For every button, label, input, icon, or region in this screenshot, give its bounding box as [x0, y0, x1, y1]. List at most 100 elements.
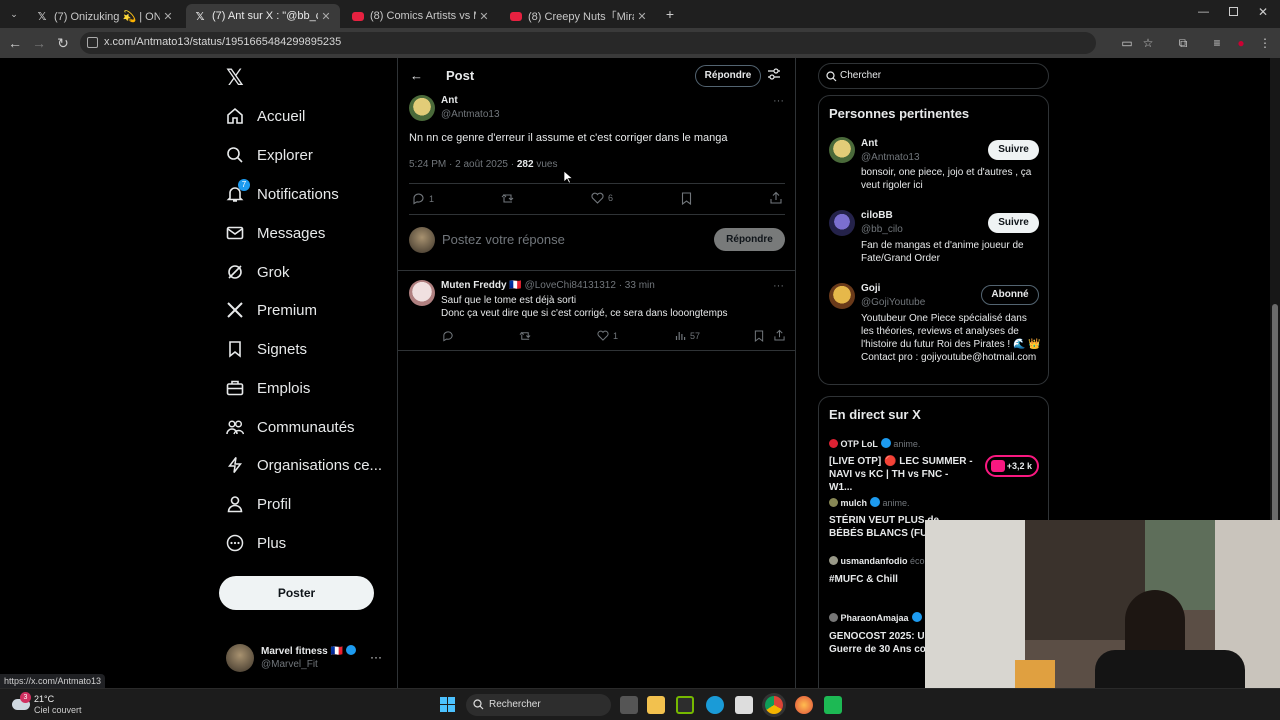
- reply-author[interactable]: Muten Freddy: [441, 280, 507, 291]
- reply-action[interactable]: [442, 330, 458, 342]
- minimize-button[interactable]: —: [1198, 6, 1209, 18]
- back-button[interactable]: ←: [6, 34, 24, 52]
- taskbar-search[interactable]: Rechercher: [466, 694, 611, 716]
- task-view-icon[interactable]: [620, 696, 638, 714]
- reload-button[interactable]: ↻: [54, 34, 72, 52]
- close-icon[interactable]: ✕: [318, 10, 334, 23]
- x-logo[interactable]: 𝕏: [226, 66, 244, 91]
- follow-button[interactable]: Suivre: [988, 213, 1039, 233]
- views-action[interactable]: 57: [675, 330, 700, 341]
- sidebar-item-emplois[interactable]: Emplois: [226, 373, 310, 403]
- post-button[interactable]: Poster: [219, 576, 374, 610]
- reply-input[interactable]: Postez votre réponse: [442, 232, 565, 247]
- sidebar-item-label: Signets: [257, 340, 308, 358]
- sidebar-item-accueil[interactable]: Accueil: [226, 101, 305, 131]
- more-icon[interactable]: ···: [370, 650, 382, 664]
- more-icon[interactable]: ···: [773, 95, 784, 107]
- windows-start-icon[interactable]: [440, 697, 456, 713]
- follow-button[interactable]: Suivre: [988, 140, 1039, 160]
- back-arrow-icon[interactable]: ←: [410, 68, 423, 83]
- verified-icon: [345, 645, 356, 655]
- heart-icon: [591, 192, 604, 204]
- like-action[interactable]: 1: [597, 330, 618, 341]
- sidebar-item-signets[interactable]: Signets: [226, 334, 307, 364]
- avatar[interactable]: [829, 137, 855, 163]
- menu-icon[interactable]: ⋮: [1258, 36, 1272, 50]
- close-icon[interactable]: ✕: [476, 10, 492, 23]
- live-host-avatar: [829, 439, 838, 448]
- browser-tab[interactable]: (8) Comics Artists vs Mangakas ✕: [344, 4, 498, 28]
- browser-tab-active[interactable]: 𝕏 (7) Ant sur X : "@bb_cilo @Goj ✕: [186, 4, 340, 28]
- avatar[interactable]: [829, 210, 855, 236]
- filter-icon[interactable]: [767, 67, 781, 86]
- file-explorer-icon[interactable]: [647, 696, 665, 714]
- sidebar-item-label: Premium: [257, 301, 318, 319]
- more-icon[interactable]: ···: [773, 280, 784, 292]
- reply-handle[interactable]: @LoveChi84131312: [525, 280, 616, 291]
- url-text[interactable]: x.com/Antmato13/status/19516654842998952…: [104, 36, 341, 48]
- following-button[interactable]: Abonné: [981, 285, 1039, 305]
- tweet-handle[interactable]: @Antmato13: [441, 109, 500, 120]
- avatar[interactable]: [829, 283, 855, 309]
- store-icon[interactable]: [735, 696, 753, 714]
- bookmark-star-icon[interactable]: ☆: [1141, 36, 1155, 50]
- forward-button[interactable]: →: [30, 34, 48, 52]
- card-title: Personnes pertinentes: [829, 106, 970, 121]
- chrome-icon[interactable]: [765, 696, 783, 714]
- reply-action[interactable]: 1: [412, 192, 434, 205]
- search-input[interactable]: Chercher: [818, 63, 1049, 89]
- repost-action[interactable]: [500, 192, 519, 205]
- reply-submit-button[interactable]: Répondre: [714, 228, 785, 251]
- omnibox[interactable]: x.com/Antmato13/status/19516654842998952…: [80, 32, 1096, 54]
- sidebar-item-notifications[interactable]: 7 Notifications: [226, 179, 339, 209]
- maximize-button[interactable]: [1229, 7, 1238, 16]
- live-listeners-badge: +3,2 k: [985, 455, 1039, 477]
- sidebar-item-grok[interactable]: Grok: [226, 257, 290, 287]
- like-action[interactable]: 6: [591, 192, 613, 204]
- sidebar-item-messages[interactable]: Messages: [226, 218, 325, 248]
- sidebar-item-organisations-ce[interactable]: Organisations ce...: [226, 450, 382, 480]
- browser-tab[interactable]: (8) Creepy Nuts「Mirage」Shibuy ✕: [502, 4, 656, 28]
- profile-icon[interactable]: ●: [1234, 36, 1248, 50]
- webcam-overlay: [925, 520, 1280, 688]
- avatar[interactable]: [409, 95, 435, 121]
- repost-action[interactable]: [518, 330, 536, 342]
- sidebar-item-label: Grok: [257, 263, 290, 281]
- share-action[interactable]: [774, 329, 789, 341]
- sidebar-item-explorer[interactable]: Explorer: [226, 140, 313, 170]
- tweet-author[interactable]: Ant: [441, 95, 458, 106]
- install-app-icon[interactable]: ▭: [1120, 36, 1134, 50]
- bookmark-icon: [681, 192, 692, 205]
- search-icon: [473, 699, 484, 710]
- edge-icon[interactable]: [706, 696, 724, 714]
- firefox-icon[interactable]: [795, 696, 813, 714]
- media-icon[interactable]: ≡: [1210, 36, 1224, 50]
- extensions-icon[interactable]: ⧉: [1176, 36, 1190, 50]
- reply-header-button[interactable]: Répondre: [695, 65, 761, 87]
- sidebar-item-plus[interactable]: Plus: [226, 528, 286, 558]
- avatar[interactable]: [409, 280, 435, 306]
- new-tab-button[interactable]: +: [662, 6, 678, 22]
- share-action[interactable]: [770, 191, 786, 204]
- reply-time[interactable]: · 33 min: [619, 280, 655, 291]
- bookmark-action[interactable]: [681, 192, 696, 205]
- site-info-icon[interactable]: [87, 37, 98, 48]
- reply-text-line: Donc ça veut dire que si c'est corrigé, …: [441, 308, 728, 319]
- close-icon[interactable]: ✕: [634, 10, 650, 23]
- bookmark-action[interactable]: [754, 330, 768, 342]
- tab-search-button[interactable]: ⌄: [6, 6, 22, 22]
- bookmark-icon: [754, 330, 764, 342]
- sidebar-item-premium[interactable]: Premium: [226, 295, 317, 325]
- sidebar-item-label: Notifications: [257, 185, 339, 203]
- browser-tab[interactable]: 𝕏 (7) Onizuking 💫 | ONE PIECE ✕: [28, 4, 182, 28]
- nvidia-icon[interactable]: [676, 696, 694, 714]
- app-icon[interactable]: [824, 696, 842, 714]
- x-icon: 𝕏: [195, 10, 205, 23]
- search-icon: [826, 71, 837, 82]
- sidebar-item-profil[interactable]: Profil: [226, 489, 291, 519]
- sidebar-item-communautés[interactable]: Communautés: [226, 412, 355, 442]
- window-light: [925, 520, 1025, 688]
- close-icon[interactable]: ✕: [160, 10, 176, 23]
- close-window-button[interactable]: ✕: [1258, 5, 1268, 19]
- briefcase-icon: [226, 379, 244, 397]
